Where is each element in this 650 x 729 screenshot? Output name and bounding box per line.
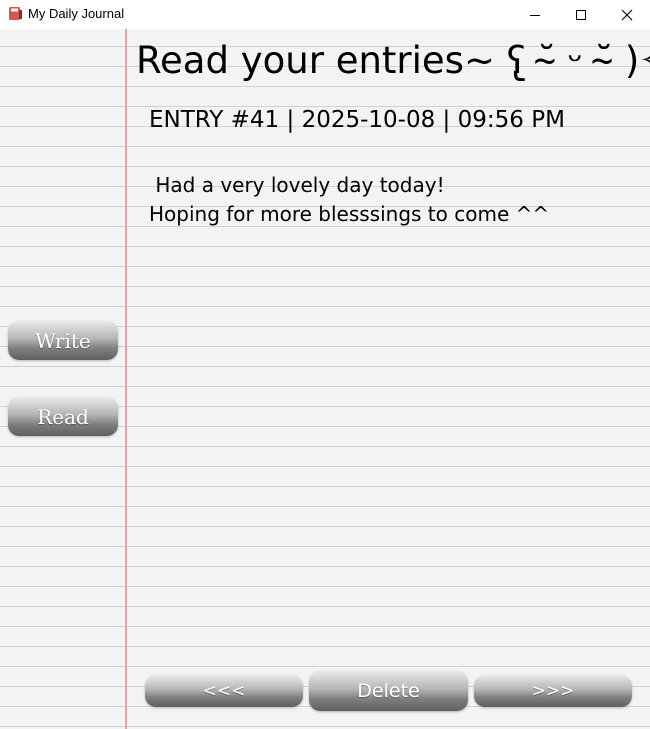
previous-entry-button[interactable]: <<< [145,675,303,707]
delete-entry-button[interactable]: Delete [309,671,468,711]
entry-body: Had a very lovely day today! Hoping for … [149,173,550,226]
maximize-icon [576,9,586,20]
title-bar[interactable]: My Daily Journal [0,0,650,29]
journal-app-icon [9,7,22,20]
margin-line [125,29,127,729]
lined-paper: Read your entries~ ʕ̢ ˘̴ ᵕ ˘̴ )✧ ENTRY #… [0,29,650,729]
page-title: Read your entries~ ʕ̢ ˘̴ ᵕ ˘̴ )✧ [136,39,650,82]
journal-window: My Daily Journal Read your entries~ ʕ̢ ˘… [0,0,650,729]
minimize-icon [530,14,540,16]
maximize-button[interactable] [558,0,604,29]
close-icon [621,9,633,20]
read-button[interactable]: Read [8,397,118,436]
entry-header: ENTRY #41 | 2025-10-08 | 09:56 PM [149,107,565,133]
next-entry-button[interactable]: >>> [474,675,632,707]
minimize-button[interactable] [512,0,558,29]
window-title: My Daily Journal [28,6,125,21]
close-button[interactable] [604,0,650,29]
write-button[interactable]: Write [8,321,118,360]
